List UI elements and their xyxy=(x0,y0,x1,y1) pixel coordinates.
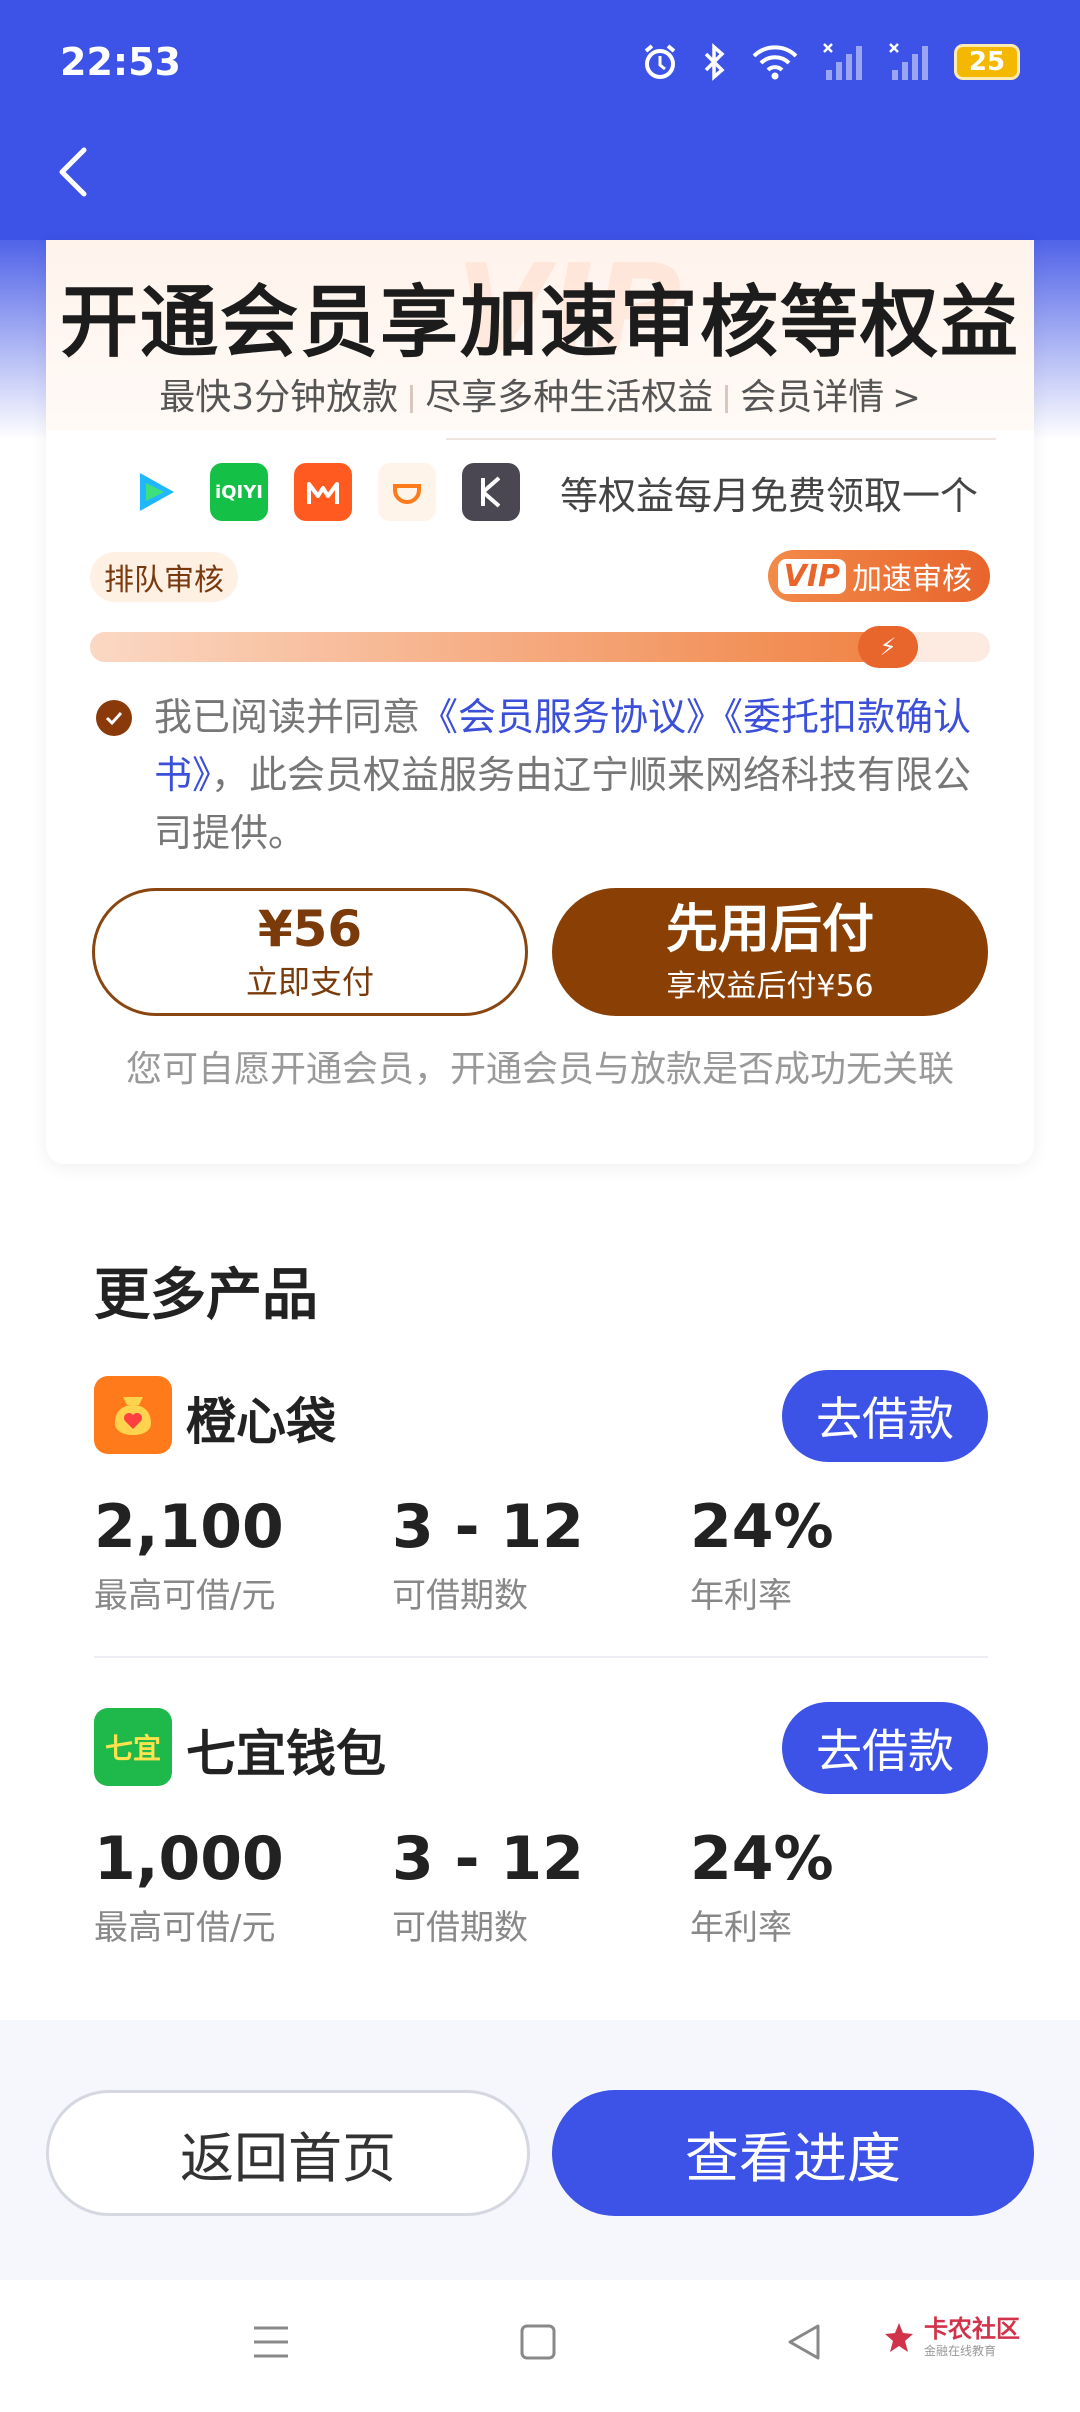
pay-price: ¥56 xyxy=(257,900,363,958)
back-triangle-icon[interactable] xyxy=(784,2320,824,2364)
community-watermark: 卡农社区 金融在线教育 xyxy=(882,2316,1020,2359)
stat-max-amount: 2,100 最高可借/元 xyxy=(94,1492,284,1616)
stat-annual-rate: 24% 年利率 xyxy=(690,1824,834,1948)
stat-terms: 3 - 12 可借期数 xyxy=(392,1824,584,1948)
member-card-header: VIP 开通会员享加速审核等权益 最快3分钟放款 尽享多种生活权益 会员详情 > xyxy=(46,240,1034,430)
product-name: 七宜钱包 xyxy=(186,1725,386,1783)
stat-terms: 3 - 12 可借期数 xyxy=(392,1492,584,1616)
tencent-video-icon xyxy=(126,463,184,521)
alarm-icon xyxy=(644,44,676,79)
orange-bag-icon xyxy=(94,1376,172,1454)
signal-icon-1 xyxy=(823,43,862,80)
queue-review-badge: 排队审核 xyxy=(90,552,238,602)
stat-max-amount: 1,000 最高可借/元 xyxy=(94,1824,284,1948)
keep-icon xyxy=(462,463,520,521)
menu-icon[interactable] xyxy=(250,2320,292,2364)
watermark-subtitle: 金融在线教育 xyxy=(924,2344,997,2358)
product-name: 橙心袋 xyxy=(186,1393,336,1451)
view-progress-button[interactable]: 查看进度 xyxy=(552,2090,1034,2216)
review-progress-bar: ⚡ xyxy=(90,626,990,668)
qiyi-wallet-icon: 七宜 xyxy=(94,1708,172,1786)
divider xyxy=(446,438,996,440)
more-products-title: 更多产品 xyxy=(94,1263,318,1328)
battery-icon: 25 xyxy=(954,44,1020,80)
pay-later-title: 先用后付 xyxy=(665,900,874,960)
wifi-icon xyxy=(752,45,798,80)
watermark-title: 卡农社区 xyxy=(924,2315,1020,2343)
member-title: 开通会员享加速审核等权益 xyxy=(59,278,1020,368)
member-service-agreement-link[interactable]: 《会员服务协议》 xyxy=(420,695,724,739)
return-home-button[interactable]: 返回首页 xyxy=(46,2090,530,2216)
status-time: 22:53 xyxy=(60,40,181,84)
vip-mark: VIP xyxy=(777,558,846,594)
status-icons: 25 xyxy=(640,38,1020,86)
member-card: VIP 开通会员享加速审核等权益 最快3分钟放款 尽享多种生活权益 会员详情 > iQ… xyxy=(46,240,1034,1164)
pay-now-label: 立即支付 xyxy=(245,963,374,1001)
community-logo-icon xyxy=(885,2322,913,2352)
apps-benefit-text: 等权益每月免费领取一个 xyxy=(560,473,979,518)
bluetooth-icon xyxy=(704,43,725,81)
review-progress-fill xyxy=(90,632,918,662)
borrow-button[interactable]: 去借款 xyxy=(782,1370,988,1462)
benefit-life: 尽享多种生活权益 xyxy=(425,377,714,418)
home-square-icon[interactable] xyxy=(518,2320,558,2364)
benefit-fast-loan: 最快3分钟放款 xyxy=(159,377,399,418)
signal-icon-2 xyxy=(889,43,928,80)
didi-icon xyxy=(378,463,436,521)
stat-annual-rate: 24% 年利率 xyxy=(690,1492,834,1616)
lightning-icon: ⚡ xyxy=(858,626,918,668)
agree-prefix: 我已阅读并同意 xyxy=(154,695,421,739)
member-subtitle: 最快3分钟放款 尽享多种生活权益 会员详情 > xyxy=(46,368,1034,420)
pay-later-label: 享权益后付¥56 xyxy=(666,969,874,1004)
separator xyxy=(725,385,729,413)
benefit-apps-row: iQIYI 等权益每月免费领取一个 xyxy=(126,462,978,522)
back-arrow-icon[interactable] xyxy=(52,144,96,200)
member-details-link[interactable]: 会员详情 > xyxy=(740,377,921,418)
header-bar: 22:53 25 xyxy=(0,0,1080,240)
pay-now-button[interactable]: ¥56 立即支付 xyxy=(92,888,528,1016)
chevron-right-icon: > xyxy=(892,378,921,418)
borrow-button[interactable]: 去借款 xyxy=(782,1702,988,1794)
agreement-text: 我已阅读并同意《会员服务协议》《委托扣款确认书》，此会员权益服务由辽宁顺来网络科… xyxy=(96,688,996,862)
mango-tv-icon xyxy=(294,463,352,521)
vip-fast-review-badge: VIP 加速审核 xyxy=(767,550,990,602)
divider xyxy=(94,1656,988,1658)
agree-suffix: ，此会员权益服务由辽宁顺来网络科技有限公司提供。 xyxy=(154,753,972,855)
separator xyxy=(410,385,414,413)
pay-later-button[interactable]: 先用后付 享权益后付¥56 xyxy=(552,888,988,1016)
voluntary-note: 您可自愿开通会员，开通会员与放款是否成功无关联 xyxy=(125,1049,954,1090)
iqiyi-icon: iQIYI xyxy=(210,463,268,521)
vip-fast-review-label: 加速审核 xyxy=(852,562,972,597)
agree-checkbox[interactable] xyxy=(96,700,132,736)
